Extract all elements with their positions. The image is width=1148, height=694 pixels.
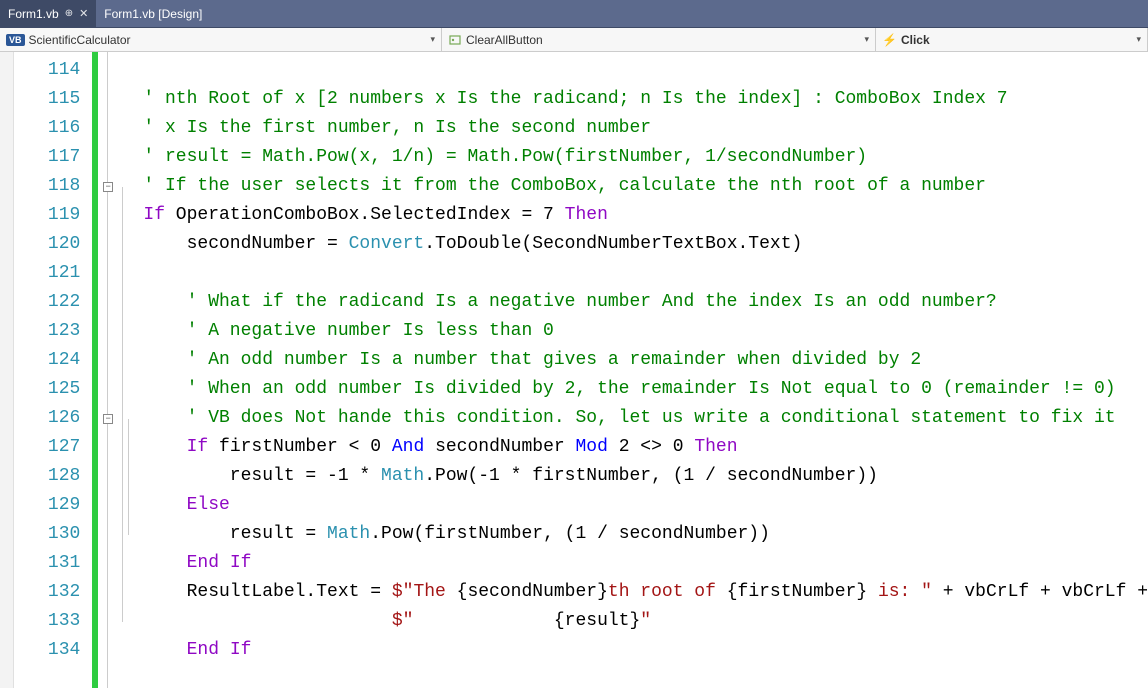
chevron-down-icon: ▾ (1136, 34, 1141, 45)
tab-form1-design[interactable]: Form1.vb [Design] (96, 0, 210, 27)
lightning-icon: ⚡ (882, 33, 897, 47)
document-tab-bar: Form1.vb ⊕ ✕ Form1.vb [Design] (0, 0, 1148, 28)
tab-form1-vb[interactable]: Form1.vb ⊕ ✕ (0, 0, 96, 27)
project-dropdown[interactable]: VB ScientificCalculator ▾ (0, 28, 442, 51)
code-comment: ' x Is the first number, n Is the second… (143, 118, 651, 138)
code-comment: ' result = Math.Pow(x, 1/n) = Math.Pow(f… (143, 147, 867, 167)
tab-label: Form1.vb [Design] (104, 7, 202, 21)
code-comment: ' nth Root of x [2 numbers x Is the radi… (143, 89, 1007, 109)
chevron-down-icon: ▾ (864, 34, 869, 45)
member-icon (448, 33, 462, 47)
collapse-toggle[interactable]: − (103, 182, 113, 192)
event-dropdown[interactable]: ⚡ Click ▾ (876, 28, 1148, 51)
code-editor[interactable]: 114 115 116 117 118 119 120 121 122 123 … (0, 52, 1148, 688)
project-name: ScientificCalculator (29, 33, 131, 47)
structure-guide (118, 52, 136, 688)
line-number-gutter: 114 115 116 117 118 119 120 121 122 123 … (14, 52, 93, 688)
chevron-down-icon: ▾ (430, 34, 435, 45)
event-name: Click (901, 33, 930, 47)
collapse-toggle[interactable]: − (103, 414, 113, 424)
pin-icon[interactable]: ⊕ (65, 8, 73, 19)
member-name: ClearAllButton (466, 33, 543, 47)
vb-badge-icon: VB (6, 34, 25, 46)
code-comment: ' If the user selects it from the ComboB… (143, 176, 986, 196)
indicator-margin (0, 52, 14, 688)
close-icon[interactable]: ✕ (79, 7, 88, 20)
navigation-bar: VB ScientificCalculator ▾ ClearAllButton… (0, 28, 1148, 52)
member-dropdown[interactable]: ClearAllButton ▾ (442, 28, 876, 51)
outlining-margin[interactable]: − − (98, 52, 118, 688)
code-area[interactable]: ' nth Root of x [2 numbers x Is the radi… (135, 52, 1148, 688)
tab-label: Form1.vb (8, 7, 59, 21)
code-keyword: If (143, 205, 165, 225)
